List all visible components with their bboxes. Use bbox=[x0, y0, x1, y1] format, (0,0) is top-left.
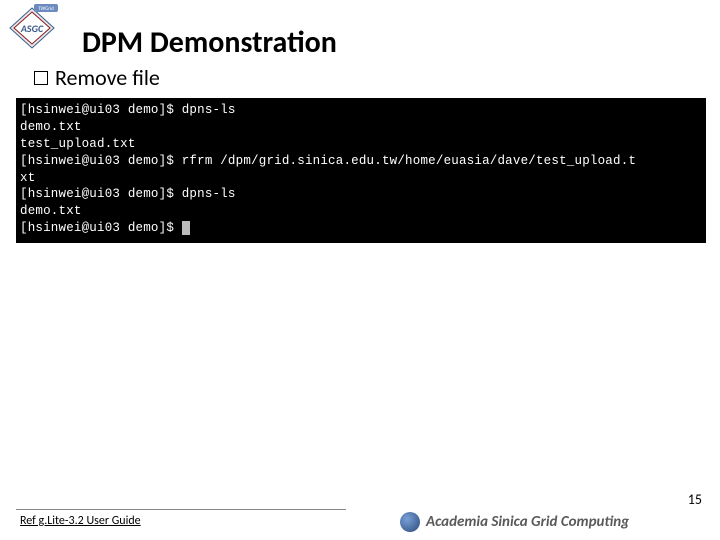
terminal-line: demo.txt bbox=[20, 120, 82, 134]
slide: ASGC TWGrid DPM Demonstration Remove fil… bbox=[0, 0, 720, 540]
globe-icon bbox=[400, 512, 420, 532]
footer-org-logo: Academia Sinica Grid Computing bbox=[400, 510, 710, 534]
terminal-line: demo.txt bbox=[20, 204, 82, 218]
footer-divider bbox=[16, 509, 346, 510]
page-number: 15 bbox=[688, 491, 702, 508]
svg-text:ASGC: ASGC bbox=[20, 22, 44, 35]
asgc-logo: ASGC TWGrid bbox=[6, 4, 58, 52]
bullet-label: Remove file bbox=[55, 64, 160, 91]
slide-title: DPM Demonstration bbox=[82, 24, 337, 61]
cursor-icon bbox=[182, 221, 190, 235]
terminal-line: xt bbox=[20, 171, 35, 185]
footer-org-text: Academia Sinica Grid Computing bbox=[426, 513, 629, 531]
footer-reference: Ref g.Lite-3.2 User Guide bbox=[20, 514, 141, 528]
terminal-output: [hsinwei@ui03 demo]$ dpns-ls demo.txt te… bbox=[16, 98, 706, 243]
bullet-remove-file: Remove file bbox=[34, 64, 160, 91]
checkbox-icon bbox=[34, 71, 48, 85]
terminal-line: test_upload.txt bbox=[20, 137, 136, 151]
terminal-line: [hsinwei@ui03 demo]$ rfrm /dpm/grid.sini… bbox=[20, 154, 636, 168]
terminal-line: [hsinwei@ui03 demo]$ dpns-ls bbox=[20, 187, 236, 201]
terminal-line: [hsinwei@ui03 demo]$ dpns-ls bbox=[20, 103, 236, 117]
svg-text:TWGrid: TWGrid bbox=[38, 6, 54, 12]
terminal-line: [hsinwei@ui03 demo]$ bbox=[20, 221, 182, 235]
